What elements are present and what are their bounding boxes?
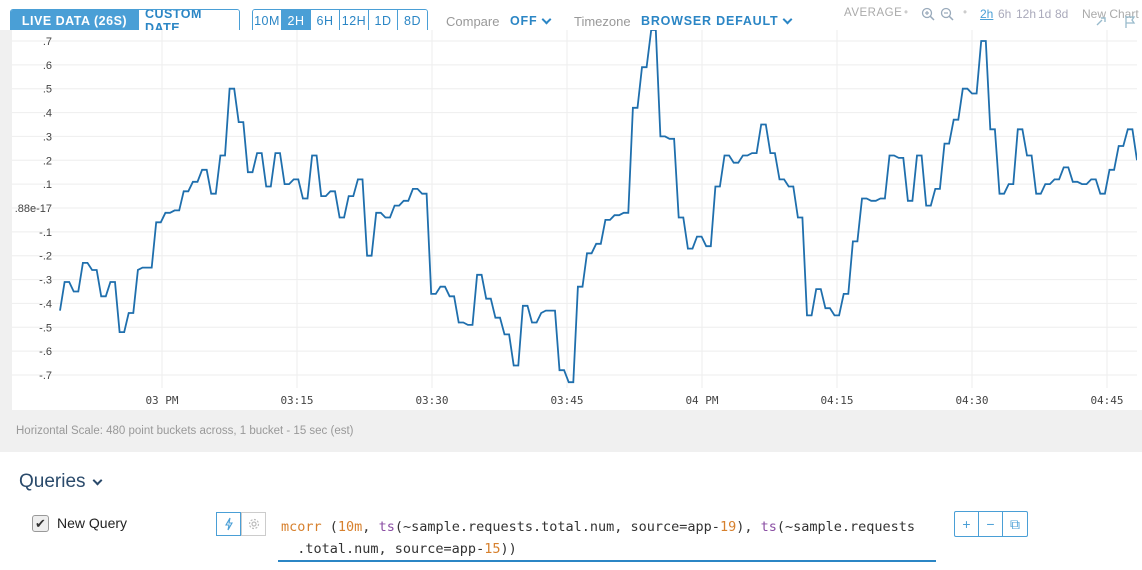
mini-range-12h[interactable]: 12h [1016, 7, 1036, 21]
y-tick-label: .6 [43, 60, 52, 72]
query-editor-underline [278, 560, 936, 562]
x-tick-label: 03 PM [145, 394, 178, 407]
link-icon[interactable] [1096, 17, 1109, 27]
y-tick-label: .1 [43, 179, 52, 191]
lightning-icon [224, 517, 233, 531]
query-name[interactable]: New Query [57, 515, 127, 531]
query-token: 15 [484, 541, 501, 557]
checkmark-icon: ✔ [35, 515, 46, 531]
y-tick-label: -.1 [39, 227, 52, 239]
line-chart[interactable]: .7 .6 .5 .4 .3 .2 .1 .88e-17 -.1 -.2 -.3 -.4 -.5 -.6 -… [12, 29, 1138, 410]
query-token: 10m [337, 519, 363, 535]
query-checkbox[interactable]: ✔ [32, 515, 49, 532]
chevron-down-icon [783, 14, 793, 24]
mini-range-1d[interactable]: 1d [1038, 7, 1051, 21]
custom-date-button[interactable]: CUSTOM DATE [139, 10, 239, 32]
y-tick-label: .4 [43, 108, 52, 120]
x-tick-label: 04:15 [820, 394, 853, 407]
gear-icon [248, 518, 259, 530]
x-tick-label: 04 PM [685, 394, 718, 407]
separator-dot: • [963, 7, 968, 19]
remove-query-button[interactable]: − [979, 512, 1003, 536]
y-tick-label: .7 [43, 36, 52, 48]
query-expression-line: mcorr (10m, ts(~sample.requests.total.nu… [281, 516, 921, 538]
query-controls: + − ⧉ [954, 511, 1028, 537]
query-token: ), [736, 519, 761, 535]
x-tick-label: 04:45 [1090, 394, 1123, 407]
flag-icon[interactable] [1124, 15, 1136, 29]
x-tick-label: 04:30 [955, 394, 988, 407]
query-expression-line: .total.num, source=app-15)) [281, 538, 921, 560]
query-expression-editor[interactable]: mcorr (10m, ts(~sample.requests.total.nu… [281, 516, 921, 560]
y-tick-label: .5 [43, 84, 52, 96]
chart-side-gutter [0, 30, 12, 452]
zoom-out-icon[interactable] [940, 7, 954, 21]
query-token: (~sample.requests [776, 519, 916, 535]
mini-range-8d[interactable]: 8d [1055, 7, 1068, 21]
separator-dot: • [904, 7, 909, 19]
lightning-button[interactable] [216, 512, 241, 536]
query-token: )) [500, 541, 517, 557]
range-button-2h[interactable]: 2H [282, 10, 311, 32]
query-token: mcorr [281, 519, 322, 535]
compare-label: Compare [446, 14, 500, 29]
query-token: , [362, 519, 379, 535]
x-tick-label: 03:45 [550, 394, 583, 407]
range-button-6h[interactable]: 6H [311, 10, 340, 32]
horizontal-scale-text: Horizontal Scale: 480 point buckets acro… [16, 425, 354, 437]
query-token: .total.num, source=app- [281, 541, 485, 557]
y-tick-label: .3 [43, 131, 52, 143]
y-tick-label: .88e-17 [15, 203, 52, 215]
y-tick-label: -.6 [39, 346, 52, 358]
y-tick-label: -.5 [39, 322, 52, 334]
query-token: ts [378, 519, 395, 535]
query-token: ( [321, 519, 338, 535]
chart-area: .7 .6 .5 .4 .3 .2 .1 .88e-17 -.1 -.2 -.3 -.4 -.5 -.6 -… [12, 29, 1138, 410]
timezone-dropdown[interactable]: BROWSER DEFAULT [641, 14, 793, 28]
y-tick-label: -.4 [39, 298, 52, 310]
timezone-value: BROWSER DEFAULT [641, 14, 779, 28]
timezone-label: Timezone [574, 14, 631, 29]
y-tick-label: -.3 [39, 275, 52, 287]
x-tick-label: 03:30 [415, 394, 448, 407]
chevron-down-icon [92, 475, 102, 485]
range-button-12h[interactable]: 12H [340, 10, 369, 32]
range-button-1d[interactable]: 1D [369, 10, 398, 32]
queries-heading: Queries [19, 471, 86, 492]
query-settings-button[interactable] [241, 512, 266, 536]
add-query-button[interactable]: + [955, 512, 979, 536]
y-tick-label: -.2 [39, 251, 52, 263]
aggregation-label[interactable]: AVERAGE [844, 7, 902, 19]
mini-range-6h[interactable]: 6h [998, 7, 1011, 21]
query-token: 19 [719, 519, 737, 535]
queries-toggle[interactable]: Queries [19, 471, 102, 493]
zoom-in-icon[interactable] [921, 7, 935, 21]
copy-query-button[interactable]: ⧉ [1003, 512, 1027, 536]
y-tick-label: -.7 [39, 370, 52, 382]
y-tick-label: .2 [43, 155, 52, 167]
range-button-8d[interactable]: 8D [398, 10, 427, 32]
horizontal-scale-bar: Horizontal Scale: 480 point buckets acro… [12, 410, 1142, 452]
query-token: (~sample.requests.total.num, source=app- [394, 519, 720, 535]
compare-dropdown[interactable]: OFF [510, 14, 552, 28]
query-token: ts [760, 519, 777, 535]
compare-value: OFF [510, 14, 538, 28]
range-button-10m[interactable]: 10M [253, 10, 282, 32]
x-tick-label: 03:15 [280, 394, 313, 407]
chevron-down-icon [541, 14, 552, 24]
live-data-button[interactable]: LIVE DATA (26S) [11, 10, 139, 32]
mini-range-2h[interactable]: 2h [980, 7, 993, 21]
